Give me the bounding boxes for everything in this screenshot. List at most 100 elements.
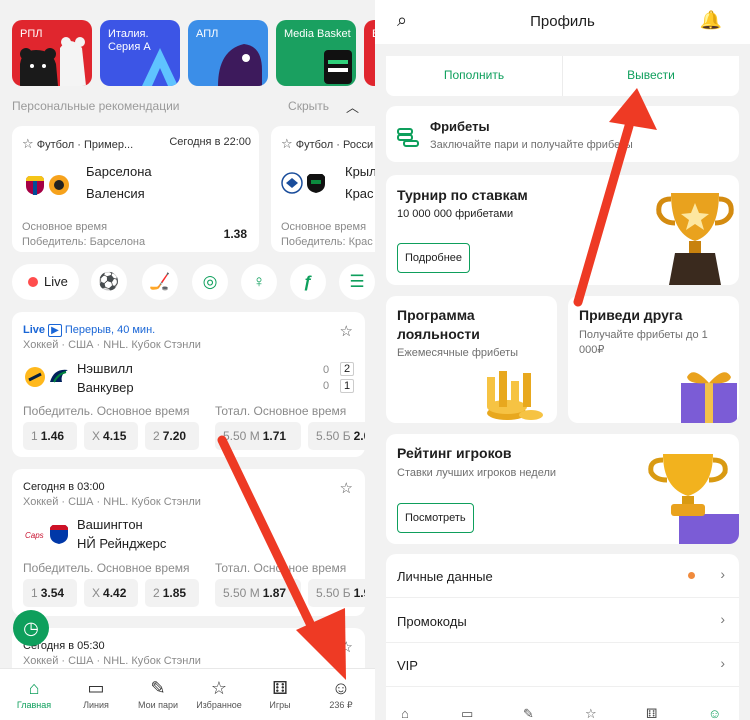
invite-friend-card[interactable]: Приведи друга Получайте фрибеты до 1 000… bbox=[568, 296, 739, 423]
league-tile-epl[interactable]: АПЛ bbox=[188, 20, 268, 86]
loyalty-card[interactable]: Программа лояльности Ежемесячные фрибеты bbox=[386, 296, 557, 423]
page-title: Профиль bbox=[530, 13, 595, 30]
odd-button[interactable]: 1 3.54 bbox=[23, 579, 77, 607]
krasnodar-logo-icon bbox=[307, 174, 325, 193]
team-away: Ванкувер bbox=[77, 380, 134, 395]
odd-button[interactable]: 2 1.85 bbox=[145, 579, 199, 607]
bet-odd[interactable]: 1.38 bbox=[224, 227, 247, 241]
score-period: 0 bbox=[323, 380, 330, 392]
racket-icon[interactable]: ♀ bbox=[241, 264, 277, 300]
line-icon[interactable]: ▭ bbox=[461, 706, 473, 720]
withdraw-button[interactable]: Вывести bbox=[563, 68, 739, 82]
tennis-icon[interactable]: ◎ bbox=[192, 264, 228, 300]
tab-favorites[interactable]: ☆ Избранное bbox=[189, 676, 249, 710]
freebets-card[interactable]: Фрибеты Заключайте пари и получайте фриб… bbox=[386, 106, 739, 162]
odd-button[interactable]: 2 7.20 bbox=[145, 422, 199, 450]
tab-profile[interactable]: ☺ 236 ₽ bbox=[311, 676, 371, 711]
recommended-match-card[interactable]: ☆ Футбол · Росси Крыл Крас Основное врем… bbox=[271, 126, 375, 252]
star-icon[interactable]: ☆ bbox=[340, 638, 353, 656]
clock-button[interactable]: ◷ bbox=[13, 610, 49, 646]
bottom-tab-bar-partial: ⌂ ▭ ✎ ☆ ⚅ ☺ bbox=[375, 706, 750, 720]
star-icon[interactable]: ☆ bbox=[281, 136, 293, 151]
menu-item-personal-data[interactable]: Личные данные › bbox=[386, 554, 739, 598]
chevron-right-icon: › bbox=[720, 655, 725, 671]
market-winner-header: Победитель. Основное время bbox=[23, 404, 190, 418]
profile-icon[interactable]: ☺ bbox=[708, 706, 721, 720]
odd-value: 7.20 bbox=[162, 429, 187, 443]
chevron-up-icon[interactable]: ︿ bbox=[346, 97, 359, 116]
league-tile-rpl[interactable]: РПЛ bbox=[12, 20, 92, 86]
league-tile-serie-a[interactable]: Италия. Серия А bbox=[100, 20, 180, 86]
event-league: Хоккей · США · NHL. Кубок Стэнли bbox=[23, 339, 201, 351]
line-icon: ▭ bbox=[87, 678, 105, 698]
odd-button[interactable]: 5.50 Б2.06 bbox=[308, 422, 365, 450]
league-tile-media-basket[interactable]: Media Basket bbox=[276, 20, 356, 86]
dice-icon[interactable]: ⚅ bbox=[646, 706, 657, 720]
menu-item-promocodes[interactable]: Промокоды › bbox=[386, 599, 739, 643]
basket-logo-icon bbox=[324, 50, 352, 84]
chevron-right-icon: › bbox=[720, 611, 725, 627]
event-card[interactable]: Live ▶ Перерыв, 40 мин. Хоккей · США · N… bbox=[12, 312, 365, 457]
deposit-button[interactable]: Пополнить bbox=[386, 68, 562, 82]
league-tile-next[interactable]: Б bbox=[364, 20, 375, 86]
loyalty-title: Программа лояльности bbox=[397, 307, 480, 342]
tournament-details-button[interactable]: Подробнее bbox=[397, 243, 471, 273]
rating-view-button[interactable]: Посмотреть bbox=[397, 503, 474, 533]
bet-market: Основное время bbox=[281, 221, 367, 233]
chevron-right-icon: › bbox=[720, 566, 725, 582]
hockey-icon[interactable]: 🏒 bbox=[142, 264, 178, 300]
team-home: Вашингтон bbox=[77, 517, 143, 532]
odd-value: 1.85 bbox=[162, 586, 187, 600]
bet-outcome: Победитель: Барселона bbox=[22, 236, 146, 248]
team-away: НЙ Рейнджерс bbox=[77, 536, 167, 551]
tab-games[interactable]: ⚅ Игры bbox=[250, 676, 310, 710]
star-icon[interactable]: ☆ bbox=[340, 322, 353, 340]
bell-icon[interactable]: 🔔 bbox=[700, 10, 722, 31]
menu-item-vip[interactable]: VIP › bbox=[386, 643, 739, 687]
notification-dot bbox=[688, 572, 695, 579]
fonbet-icon[interactable]: ƒ bbox=[290, 264, 326, 300]
profile-header: ⌕ Профиль 🔔 bbox=[375, 0, 750, 44]
star-icon[interactable]: ☆ bbox=[22, 136, 34, 151]
odd-button[interactable]: 5.50 М 1.71 bbox=[215, 422, 301, 450]
rating-title: Рейтинг игроков bbox=[397, 445, 512, 461]
bottom-tab-bar: ⌂ Главная ▭ Линия ✎ Мои пари ☆ Избранное ⚅ Иг… bbox=[0, 668, 375, 720]
invite-title: Приведи друга bbox=[579, 307, 683, 323]
football-icon[interactable]: ⚽ bbox=[91, 264, 127, 300]
tournament-title: Турнир по ставкам bbox=[397, 187, 528, 203]
odd-value: 1.46 bbox=[40, 429, 65, 443]
odd-button[interactable]: 5.50 Б1.93 bbox=[308, 579, 365, 607]
tab-my-bets[interactable]: ✎ Мои пари bbox=[128, 676, 188, 710]
tab-home[interactable]: ⌂ Главная bbox=[4, 676, 64, 710]
market-total-header: Тотал. Основное время bbox=[215, 404, 347, 418]
recommendations-title: Персональные рекомендации bbox=[12, 99, 180, 113]
odd-value: 1.87 bbox=[262, 586, 287, 600]
team-away: Валенсия bbox=[86, 186, 145, 201]
hide-recommendations-link[interactable]: Скрыть bbox=[288, 99, 329, 113]
odd-button[interactable]: 1 1.46 bbox=[23, 422, 77, 450]
live-dot-icon bbox=[28, 277, 38, 287]
esports-icon[interactable]: ☰ bbox=[339, 264, 375, 300]
tab-label: Игры bbox=[269, 700, 291, 710]
tournament-card[interactable]: Турнир по ставкам 10 000 000 фрибетами П… bbox=[386, 175, 739, 285]
coins-stack-icon bbox=[487, 371, 543, 420]
odd-button[interactable]: X 4.42 bbox=[84, 579, 138, 607]
ticket-icon[interactable]: ✎ bbox=[523, 706, 534, 720]
tab-label: Главная bbox=[16, 700, 52, 710]
league-carousel[interactable]: РПЛ Италия. Серия А АПЛ Media Basket bbox=[0, 0, 375, 92]
star-icon[interactable]: ☆ bbox=[340, 479, 353, 497]
recommended-match-card[interactable]: ☆ Футбол · Пример... Сегодня в 22:00 Бар… bbox=[12, 126, 259, 252]
player-rating-card[interactable]: Рейтинг игроков Ставки лучших игроков не… bbox=[386, 434, 739, 544]
event-card[interactable]: Сегодня в 03:00 Хоккей · США · NHL. Кубо… bbox=[12, 469, 365, 616]
odd-button[interactable]: X 4.15 bbox=[84, 422, 138, 450]
lion-logo-icon bbox=[218, 44, 262, 86]
odd-button[interactable]: 5.50 М 1.87 bbox=[215, 579, 301, 607]
star-icon[interactable]: ☆ bbox=[585, 706, 597, 720]
trophy-icon bbox=[656, 193, 734, 285]
match-bet-info: Основное время Победитель: Крас bbox=[281, 220, 373, 250]
gift-icon bbox=[681, 372, 737, 423]
home-icon[interactable]: ⌂ bbox=[401, 706, 409, 720]
odd-key: 5.50 Б bbox=[316, 586, 351, 600]
tab-line[interactable]: ▭ Линия bbox=[66, 676, 126, 710]
live-filter-button[interactable]: Live bbox=[12, 264, 79, 300]
